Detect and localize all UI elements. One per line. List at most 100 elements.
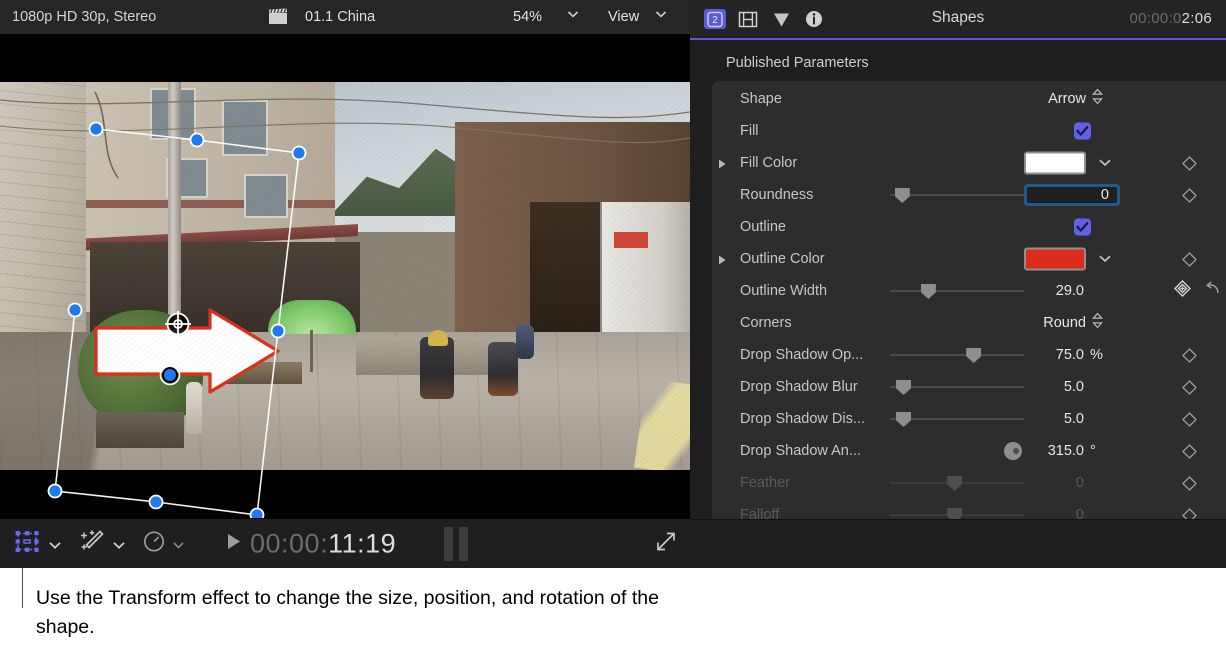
speedometer-icon[interactable] <box>142 529 166 558</box>
motorcycle-rider <box>488 342 518 396</box>
parameter-label: Roundness <box>740 187 813 203</box>
motorcycle-rider <box>420 337 454 399</box>
keyframe-button[interactable] <box>1182 380 1196 394</box>
parameter-row[interactable]: Outline Color <box>712 243 1226 275</box>
keyframe-button[interactable] <box>1182 252 1196 266</box>
inspector-timecode: 00:00:02:06 <box>1129 10 1212 27</box>
inspector-pane: 2 <box>690 0 1226 568</box>
video-stage[interactable] <box>0 34 690 518</box>
viewer-view-menu-label[interactable]: View <box>608 9 639 25</box>
viewer-bottom-toolbar: 00:00:11:19 <box>0 518 690 568</box>
parameter-unit: ° <box>1090 443 1096 459</box>
viewer-top-bar: 1080p HD 30p, Stereo 01.1 China 54% <box>0 0 690 34</box>
parameter-label: Feather <box>740 475 790 491</box>
parameter-value[interactable]: Arrow <box>942 91 1086 107</box>
slider-knob[interactable] <box>947 476 962 491</box>
callout-text: Use the Transform effect to change the s… <box>36 584 676 642</box>
chevron-down-icon[interactable] <box>112 540 123 547</box>
slider-knob[interactable] <box>895 188 910 203</box>
viewer-clip-name: 01.1 China <box>305 9 375 25</box>
keyframe-button[interactable] <box>1174 280 1191 302</box>
reset-parameter-button[interactable] <box>1204 281 1221 302</box>
parameter-label: Shape <box>740 91 782 107</box>
parameter-value[interactable]: 29.0 <box>962 283 1084 299</box>
color-swatch[interactable] <box>1024 248 1086 271</box>
parameter-row[interactable]: Outline <box>712 211 1226 243</box>
pause-bars-icon[interactable] <box>444 527 468 561</box>
parameter-value-field[interactable]: 0 <box>1024 184 1120 206</box>
clapperboard-icon <box>268 8 288 29</box>
parameter-label: Outline Width <box>740 283 827 299</box>
keyframe-button[interactable] <box>1182 188 1196 202</box>
parameter-value[interactable]: 5.0 <box>962 379 1084 395</box>
timecode-hours-minutes: 00:00: <box>250 528 328 558</box>
parameter-row[interactable]: Drop Shadow Blur 5.0 <box>712 371 1226 403</box>
parameter-value[interactable]: 315.0 <box>962 443 1084 459</box>
keyframe-button[interactable] <box>1182 156 1196 170</box>
fullscreen-icon[interactable] <box>656 531 676 556</box>
final-cut-pro-window: 1080p HD 30p, Stereo 01.1 China 54% <box>0 0 1226 657</box>
parameter-row[interactable]: Fill Color <box>712 147 1226 179</box>
parameter-value[interactable]: 0 <box>962 475 1084 491</box>
parameter-checkbox[interactable] <box>1074 123 1091 140</box>
parameter-label: Fill <box>740 123 759 139</box>
chevron-down-icon[interactable] <box>48 540 59 547</box>
slider-knob[interactable] <box>896 380 911 395</box>
parameter-label: Drop Shadow Dis... <box>740 411 865 427</box>
parameter-label: Outline <box>740 219 786 235</box>
viewer-pane: 1080p HD 30p, Stereo 01.1 China 54% <box>0 0 690 568</box>
arrow-shape[interactable] <box>92 306 282 396</box>
callout-leader-line <box>22 568 23 608</box>
magic-wand-icon[interactable] <box>80 529 106 558</box>
parameter-value[interactable]: 5.0 <box>962 411 1084 427</box>
parameter-slider[interactable] <box>890 185 1024 205</box>
parameter-row[interactable]: Drop Shadow Op... 75.0% <box>712 339 1226 371</box>
chevron-down-icon[interactable] <box>655 10 666 17</box>
chevron-down-icon[interactable] <box>567 10 578 17</box>
chevron-down-icon[interactable] <box>1098 250 1112 268</box>
parameter-label: Drop Shadow An... <box>740 443 861 459</box>
keyframe-button[interactable] <box>1182 508 1196 519</box>
inspector-footer <box>690 519 1226 568</box>
parameter-checkbox[interactable] <box>1074 219 1091 236</box>
chevron-down-icon[interactable] <box>172 540 183 547</box>
transform-icon[interactable] <box>14 530 40 557</box>
parameter-row[interactable]: Outline Width 29.0 <box>712 275 1226 307</box>
keyframe-button[interactable] <box>1182 348 1196 362</box>
slider-knob[interactable] <box>947 508 962 519</box>
disclosure-triangle-icon[interactable] <box>716 253 728 265</box>
rider-helmet <box>428 330 448 346</box>
keyframe-button[interactable] <box>1182 412 1196 426</box>
viewer-timecode[interactable]: 00:00:11:19 <box>250 528 396 559</box>
slider-knob[interactable] <box>896 412 911 427</box>
parameter-row[interactable]: Fill <box>712 115 1226 147</box>
parameter-value[interactable]: Round <box>942 315 1086 331</box>
parameter-row[interactable]: CornersRound <box>712 307 1226 339</box>
parameter-label: Outline Color <box>740 251 825 267</box>
parameter-row[interactable]: Shape Arrow <box>712 83 1226 115</box>
parameter-row[interactable]: Drop Shadow Dis... 5.0 <box>712 403 1226 435</box>
parameter-row[interactable]: Feather 0 <box>712 467 1226 499</box>
parameter-row[interactable]: Falloff 0 <box>712 499 1226 519</box>
pedestrian <box>516 325 534 359</box>
color-swatch[interactable] <box>1024 152 1086 175</box>
timecode-seconds-frames: 11:19 <box>328 528 396 558</box>
parameter-value[interactable]: 0 <box>962 507 1084 519</box>
disclosure-triangle-icon[interactable] <box>716 157 728 169</box>
parameter-value[interactable]: 75.0 <box>962 347 1084 363</box>
slider-knob[interactable] <box>921 284 936 299</box>
inspector-timecode-lit: 2:06 <box>1182 10 1212 27</box>
viewer-format-label: 1080p HD 30p, Stereo <box>12 9 156 25</box>
parameter-row[interactable]: Drop Shadow An... 315.0 ° <box>712 435 1226 467</box>
keyframe-button[interactable] <box>1182 476 1196 490</box>
keyframe-button[interactable] <box>1182 444 1196 458</box>
parameter-row[interactable]: Roundness 0 <box>712 179 1226 211</box>
inspector-timecode-dim: 00:00:0 <box>1129 10 1181 27</box>
play-icon[interactable] <box>226 532 242 555</box>
chevron-down-icon[interactable] <box>1098 154 1112 172</box>
video-frame <box>0 82 690 470</box>
parameter-label: Drop Shadow Blur <box>740 379 858 395</box>
popup-arrows-icon[interactable] <box>1092 89 1103 110</box>
viewer-zoom-level[interactable]: 54% <box>513 9 542 25</box>
popup-arrows-icon[interactable] <box>1092 313 1103 334</box>
